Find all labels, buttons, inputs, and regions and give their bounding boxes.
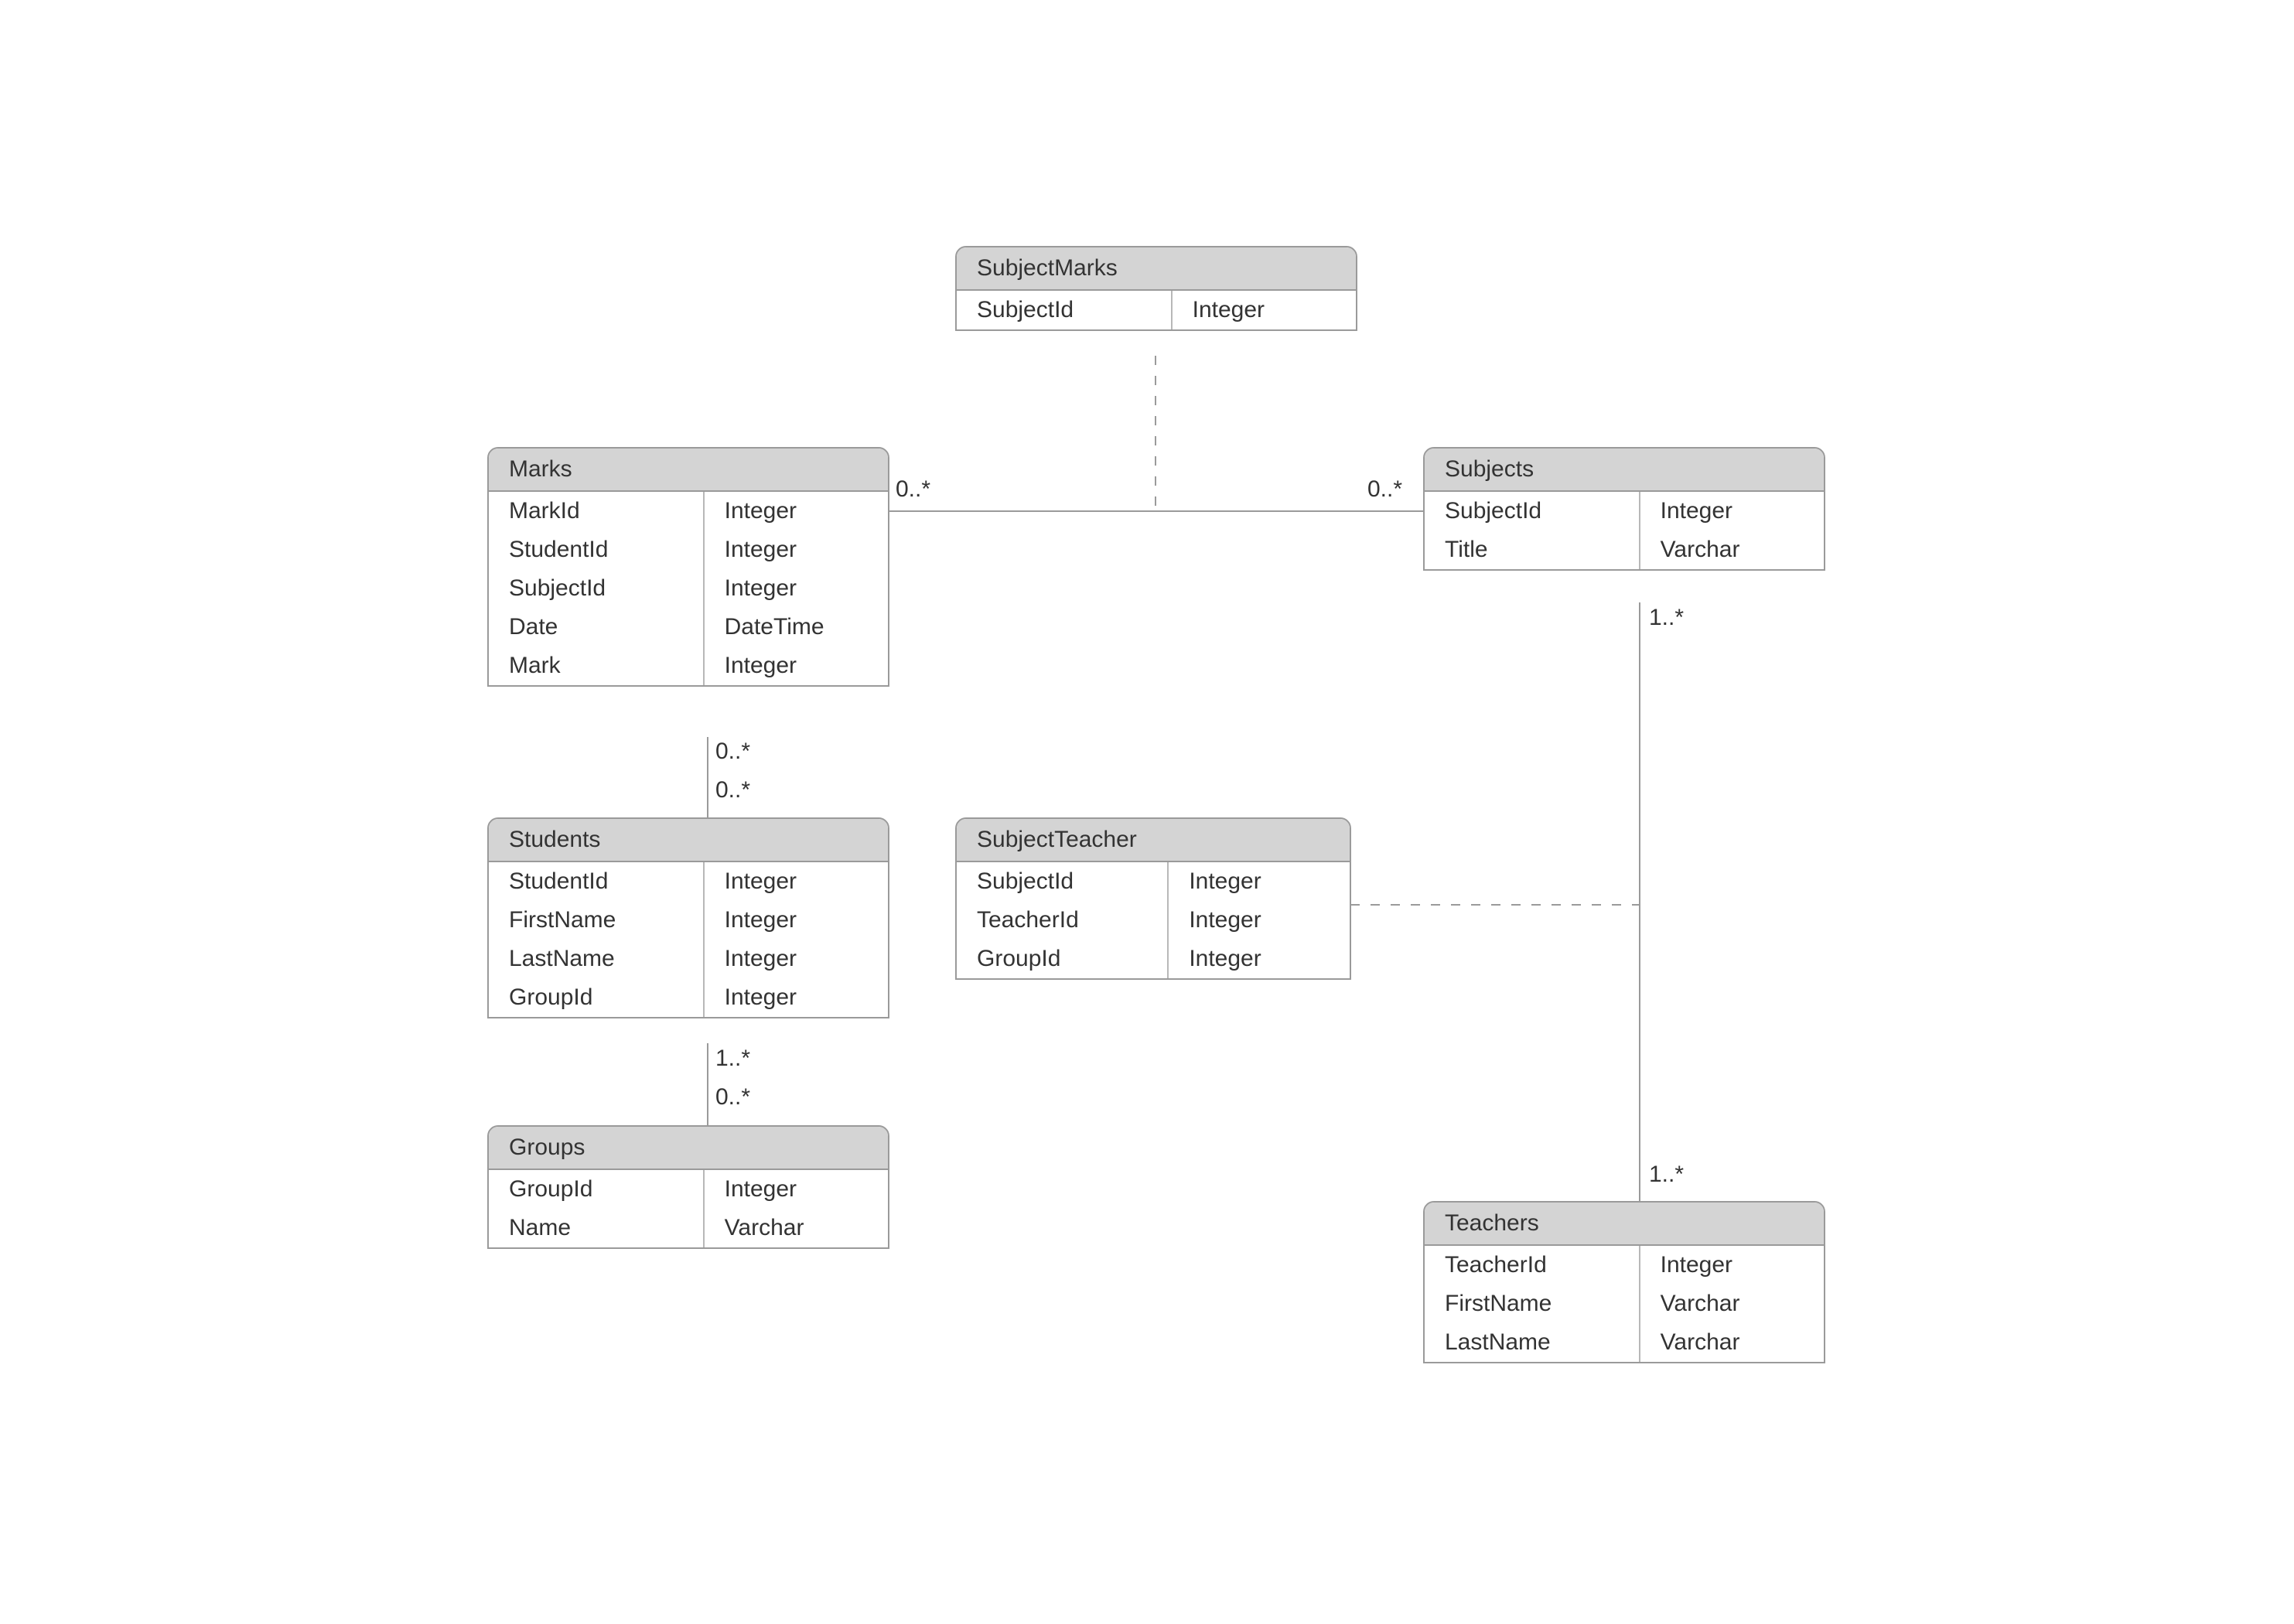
- entity-field-row: FirstName Integer: [489, 901, 888, 940]
- entity-field-row: GroupId Integer: [489, 1170, 888, 1209]
- entity-field-row: TeacherId Integer: [1425, 1246, 1824, 1285]
- entity-field-row: Date DateTime: [489, 608, 888, 647]
- cardinality-label: 1..*: [1649, 1162, 1684, 1188]
- field-type: Varchar: [1640, 1285, 1824, 1323]
- cardinality-label: 1..*: [715, 1046, 750, 1072]
- field-type: Integer: [705, 647, 888, 685]
- field-type: Varchar: [1640, 531, 1824, 569]
- entity-field-row: MarkId Integer: [489, 492, 888, 531]
- entity-title: Teachers: [1425, 1203, 1824, 1246]
- field-name: LastName: [1425, 1323, 1640, 1362]
- cardinality-label: 0..*: [715, 739, 750, 765]
- field-name: GroupId: [957, 940, 1169, 978]
- field-type: Integer: [705, 940, 888, 978]
- field-type: Integer: [1169, 940, 1350, 978]
- field-type: Integer: [1169, 901, 1350, 940]
- entity-title: Groups: [489, 1127, 888, 1170]
- entity-field-row: Name Varchar: [489, 1209, 888, 1247]
- field-type: DateTime: [705, 608, 888, 647]
- entity-field-row: GroupId Integer: [489, 978, 888, 1017]
- entity-field-row: SubjectId Integer: [489, 569, 888, 608]
- field-name: SubjectId: [489, 569, 705, 608]
- entity-field-row: Title Varchar: [1425, 531, 1824, 569]
- entity-field-row: SubjectId Integer: [1425, 492, 1824, 531]
- entity-field-row: SubjectId Integer: [957, 862, 1350, 901]
- field-type: Varchar: [705, 1209, 888, 1247]
- field-name: Date: [489, 608, 705, 647]
- field-name: Name: [489, 1209, 705, 1247]
- field-name: GroupId: [489, 978, 705, 1017]
- field-name: StudentId: [489, 531, 705, 569]
- field-name: FirstName: [1425, 1285, 1640, 1323]
- cardinality-label: 0..*: [715, 1084, 750, 1111]
- field-name: TeacherId: [1425, 1246, 1640, 1285]
- field-name: LastName: [489, 940, 705, 978]
- field-type: Integer: [1169, 862, 1350, 901]
- entity-field-row: LastName Integer: [489, 940, 888, 978]
- entity-title: Marks: [489, 449, 888, 492]
- field-type: Integer: [705, 901, 888, 940]
- entity-field-row: StudentId Integer: [489, 862, 888, 901]
- cardinality-label: 0..*: [715, 777, 750, 803]
- field-name: GroupId: [489, 1170, 705, 1209]
- entity-subjectteacher: SubjectTeacher SubjectId Integer Teacher…: [955, 817, 1351, 980]
- field-name: FirstName: [489, 901, 705, 940]
- entity-teachers: Teachers TeacherId Integer FirstName Var…: [1423, 1201, 1825, 1363]
- field-type: Integer: [705, 978, 888, 1017]
- connectors-layer: [0, 0, 2294, 1624]
- cardinality-label: 0..*: [1367, 476, 1402, 503]
- entity-field-row: Mark Integer: [489, 647, 888, 685]
- entity-subjectmarks: SubjectMarks SubjectId Integer: [955, 246, 1357, 331]
- field-name: SubjectId: [957, 862, 1169, 901]
- entity-title: Students: [489, 819, 888, 862]
- field-type: Integer: [705, 862, 888, 901]
- field-type: Varchar: [1640, 1323, 1824, 1362]
- entity-title: SubjectMarks: [957, 247, 1356, 291]
- entity-subjects: Subjects SubjectId Integer Title Varchar: [1423, 447, 1825, 571]
- field-name: TeacherId: [957, 901, 1169, 940]
- field-type: Integer: [705, 492, 888, 531]
- entity-marks: Marks MarkId Integer StudentId Integer S…: [487, 447, 889, 687]
- cardinality-label: 1..*: [1649, 605, 1684, 631]
- field-type: Integer: [705, 569, 888, 608]
- field-type: Integer: [1640, 1246, 1824, 1285]
- entity-field-row: LastName Varchar: [1425, 1323, 1824, 1362]
- entity-field-row: TeacherId Integer: [957, 901, 1350, 940]
- field-name: SubjectId: [957, 291, 1173, 329]
- entity-field-row: GroupId Integer: [957, 940, 1350, 978]
- er-diagram-canvas: SubjectMarks SubjectId Integer Marks Mar…: [0, 0, 2294, 1624]
- field-name: StudentId: [489, 862, 705, 901]
- field-name: Title: [1425, 531, 1640, 569]
- field-name: MarkId: [489, 492, 705, 531]
- entity-field-row: FirstName Varchar: [1425, 1285, 1824, 1323]
- entity-students: Students StudentId Integer FirstName Int…: [487, 817, 889, 1018]
- entity-field-row: StudentId Integer: [489, 531, 888, 569]
- field-name: SubjectId: [1425, 492, 1640, 531]
- field-type: Integer: [705, 1170, 888, 1209]
- cardinality-label: 0..*: [896, 476, 930, 503]
- field-name: Mark: [489, 647, 705, 685]
- field-type: Integer: [705, 531, 888, 569]
- entity-groups: Groups GroupId Integer Name Varchar: [487, 1125, 889, 1249]
- entity-field-row: SubjectId Integer: [957, 291, 1356, 329]
- entity-title: SubjectTeacher: [957, 819, 1350, 862]
- field-type: Integer: [1640, 492, 1824, 531]
- field-type: Integer: [1173, 291, 1356, 329]
- entity-title: Subjects: [1425, 449, 1824, 492]
